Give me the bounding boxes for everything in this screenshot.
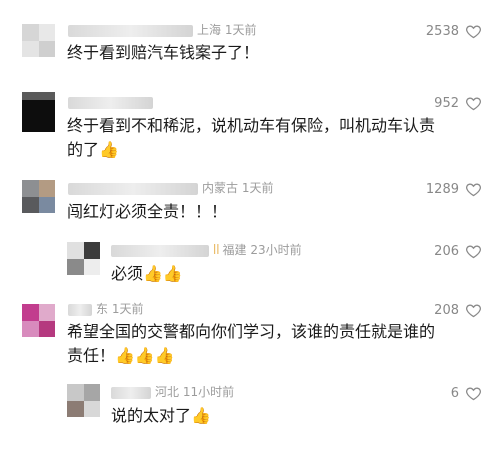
- comment-text: 终于看到不和稀泥，说机动车有保险，叫机动车认责 的了👍: [67, 114, 435, 162]
- location: 上海: [197, 23, 222, 37]
- location: 东: [96, 302, 109, 316]
- like-count: 206: [434, 243, 459, 259]
- comment-meta: 上海 1天前: [68, 22, 256, 38]
- username-blurred[interactable]: [68, 303, 92, 316]
- location: 河北: [155, 385, 180, 399]
- like-button[interactable]: 2538: [426, 22, 482, 40]
- comment-text: 必须👍👍: [111, 262, 183, 286]
- like-button[interactable]: 1289: [426, 180, 482, 198]
- comment-meta: [68, 94, 157, 110]
- timestamp: 1天前: [241, 181, 274, 195]
- comment-meta: 内蒙古 1天前: [68, 180, 273, 196]
- like-button[interactable]: 208: [434, 301, 482, 319]
- comment-text: 说的太对了👍: [111, 404, 211, 428]
- comment-text: 希望全国的交警都向你们学习，该谁的责任就是谁的 责任！👍👍👍: [67, 320, 435, 368]
- avatar[interactable]: [67, 384, 100, 417]
- comment-text-line: 终于看到赔汽车钱案子了！: [67, 43, 260, 62]
- comment-meta: 东 1天前: [68, 301, 143, 317]
- comment-item: 上海 1天前 终于看到赔汽车钱案子了！ 2538: [0, 0, 492, 80]
- comment-text-line: 说的太对了👍: [111, 406, 211, 425]
- comment-item: 内蒙古 1天前 闯红灯必须全责！！！ 1289: [0, 172, 492, 234]
- like-button[interactable]: 206: [434, 242, 482, 260]
- location: 福建: [222, 243, 247, 257]
- heart-outline-icon: [466, 304, 481, 317]
- timestamp: 11小时前: [182, 385, 235, 399]
- comment-meta: 河北 11小时前: [111, 384, 234, 400]
- reply-item: ꟾꟾ 福建 23小时前 必须👍👍 206: [0, 234, 492, 296]
- like-count: 952: [434, 95, 459, 111]
- comment-text-line: 希望全国的交警都向你们学习，该谁的责任就是谁的: [67, 322, 436, 341]
- timestamp: 23小时前: [250, 243, 302, 257]
- badge-icon: ꟾꟾ: [213, 243, 220, 257]
- username-blurred[interactable]: [111, 244, 209, 257]
- heart-outline-icon: [466, 183, 481, 196]
- like-count: 1289: [425, 181, 459, 197]
- like-count: 208: [434, 302, 459, 318]
- comment-text-line: 闯红灯必须全责！！！: [67, 202, 228, 221]
- username-blurred[interactable]: [68, 182, 198, 195]
- heart-outline-icon: [466, 387, 481, 400]
- username-blurred[interactable]: [68, 24, 193, 37]
- timestamp: 1天前: [224, 23, 257, 37]
- like-count: 6: [450, 385, 459, 401]
- heart-outline-icon: [466, 245, 481, 258]
- comment-text-line: 必须👍👍: [111, 264, 183, 283]
- comment-text-line: 的了👍: [67, 140, 119, 159]
- timestamp: 1天前: [111, 302, 144, 316]
- comment-text-line: 终于看到不和稀泥，说机动车有保险，叫机动车认责: [67, 116, 436, 135]
- avatar[interactable]: [22, 24, 55, 57]
- comment-text: 终于看到赔汽车钱案子了！: [67, 41, 259, 65]
- username-blurred[interactable]: [68, 96, 153, 109]
- avatar[interactable]: [67, 242, 100, 275]
- comment-meta: ꟾꟾ 福建 23小时前: [111, 242, 302, 258]
- heart-outline-icon: [466, 97, 481, 110]
- heart-outline-icon: [466, 25, 481, 38]
- like-button[interactable]: 6: [451, 384, 482, 402]
- reply-item: 河北 11小时前 说的太对了👍 6: [0, 376, 492, 446]
- avatar[interactable]: [22, 180, 55, 213]
- location: 内蒙古: [202, 181, 239, 195]
- comment-item: 终于看到不和稀泥，说机动车有保险，叫机动车认责 的了👍 952: [0, 80, 492, 172]
- comment-item: 东 1天前 希望全国的交警都向你们学习，该谁的责任就是谁的 责任！👍👍👍 208: [0, 296, 492, 376]
- like-count: 2538: [425, 23, 459, 39]
- comment-text: 闯红灯必须全责！！！: [67, 200, 227, 224]
- avatar[interactable]: [22, 304, 55, 337]
- like-button[interactable]: 952: [434, 94, 482, 112]
- username-blurred[interactable]: [111, 386, 151, 399]
- avatar[interactable]: [22, 92, 55, 132]
- comment-text-line: 责任！👍👍👍: [67, 346, 175, 365]
